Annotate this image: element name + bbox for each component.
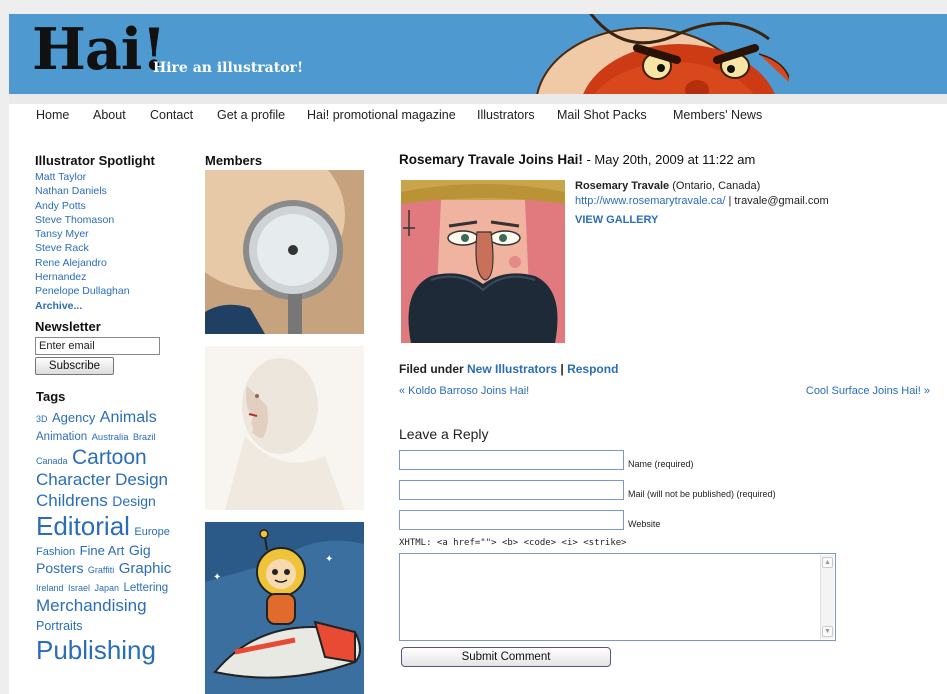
tag-cloud: 3D Agency Animals Animation Australia Br…	[36, 408, 186, 666]
nav-members-news[interactable]: Members' News	[673, 108, 762, 122]
nav-home[interactable]: Home	[36, 108, 69, 122]
tag-link[interactable]: Ireland	[36, 583, 64, 593]
artist-name: Rosemary Travale	[575, 180, 670, 192]
allowed-xhtml-note: XHTML: <a href=""> <b> <code> <i> <strik…	[399, 538, 627, 548]
tag-link[interactable]: Lettering	[123, 582, 168, 594]
magnifier-illustration	[205, 170, 364, 334]
spotlight-list: Matt Taylor Nathan Daniels Andy Potts St…	[35, 170, 195, 313]
astronaut-illustration: ✦ ✦ ✦	[205, 522, 364, 694]
nav-bar-background	[9, 94, 947, 104]
bearded-man-illustration	[401, 180, 565, 343]
tag-link[interactable]: Merchandising	[36, 596, 147, 615]
site-tagline: Hire an illustrator!	[153, 60, 304, 76]
site-logo[interactable]: Hai!	[32, 16, 166, 83]
submit-comment-button[interactable]: Submit Comment	[401, 647, 611, 667]
name-field[interactable]	[399, 450, 624, 470]
tag-link[interactable]: Graphic	[119, 560, 172, 577]
nav-promotional-magazine[interactable]: Hai! promotional magazine	[307, 108, 456, 122]
mail-field[interactable]	[399, 480, 624, 500]
filed-under-label: Filed under	[399, 362, 468, 376]
view-gallery-link[interactable]: VIEW GALLERY	[575, 214, 658, 226]
svg-text:✦: ✦	[213, 572, 221, 583]
nav-illustrators[interactable]: Illustrators	[477, 108, 535, 122]
previous-post-link[interactable]: « Koldo Barroso Joins Hai!	[399, 385, 529, 397]
nav-mail-shot-packs[interactable]: Mail Shot Packs	[557, 108, 647, 122]
tag-link[interactable]: Europe	[134, 526, 169, 538]
website-field[interactable]	[399, 510, 624, 530]
tag-link[interactable]: Canada	[36, 456, 68, 466]
subscribe-button[interactable]: Subscribe	[35, 357, 114, 375]
member-thumbnail-astronaut[interactable]: ✦ ✦ ✦	[205, 522, 364, 694]
tag-link[interactable]: Fashion	[36, 546, 75, 558]
tags-title: Tags	[36, 389, 66, 404]
svg-text:✦: ✦	[325, 554, 333, 565]
article-heading[interactable]: Rosemary Travale Joins Hai!	[399, 152, 583, 167]
artist-location: (Ontario, Canada)	[669, 180, 761, 192]
tag-link[interactable]: Fine Art	[80, 543, 125, 558]
page: Hai! Hire an illustrator! Home About Con…	[9, 14, 947, 694]
tag-link[interactable]: Portraits	[36, 619, 83, 633]
scroll-up-icon[interactable]: ▲	[822, 557, 833, 568]
spotlight-title: Illustrator Spotlight	[35, 153, 155, 168]
member-thumbnail-portrait[interactable]	[205, 346, 364, 510]
members-title: Members	[205, 153, 263, 168]
spotlight-link[interactable]: Matt Taylor	[35, 170, 195, 184]
tag-link[interactable]: Publishing	[36, 635, 156, 665]
respond-link[interactable]: Respond	[567, 362, 618, 376]
website-field-label: Website	[628, 519, 661, 529]
artist-website-link[interactable]: http://www.rosemarytravale.ca/	[575, 195, 725, 207]
spotlight-link[interactable]: Steve Rack	[35, 241, 195, 255]
tag-link[interactable]: Character	[36, 470, 111, 489]
tag-link[interactable]: Australia	[92, 432, 129, 443]
artist-featured-image[interactable]	[401, 180, 565, 343]
member-thumbnail-magnifier[interactable]	[205, 170, 364, 334]
spotlight-link[interactable]: Tansy Myer	[35, 227, 195, 241]
filed-separator: |	[557, 362, 568, 376]
tag-link[interactable]: 3D	[36, 414, 48, 424]
spotlight-link[interactable]: Steve Thomason	[35, 213, 195, 227]
tag-link[interactable]: Cartoon	[72, 446, 147, 469]
leave-reply-heading: Leave a Reply	[399, 426, 489, 442]
tag-link[interactable]: Editorial	[36, 511, 130, 541]
tag-link[interactable]: Israel	[68, 583, 90, 593]
tag-link[interactable]: Japan	[94, 583, 119, 593]
name-field-label: Name (required)	[628, 459, 694, 469]
article-title: Rosemary Travale Joins Hai! - May 20th, …	[399, 152, 755, 167]
tag-link[interactable]: Graffiti	[88, 565, 114, 575]
nav-about[interactable]: About	[93, 108, 126, 122]
artist-email: | travale@gmail.com	[725, 194, 829, 207]
tag-link[interactable]: Animals	[100, 409, 157, 426]
newsletter-title: Newsletter	[35, 319, 101, 334]
filed-under: Filed under New Illustrators | Respond	[399, 362, 618, 376]
spotlight-link[interactable]: Nathan Daniels	[35, 184, 195, 198]
next-post-link[interactable]: Cool Surface Joins Hai! »	[806, 385, 930, 397]
nav-get-a-profile[interactable]: Get a profile	[217, 108, 285, 122]
spotlight-link[interactable]: Hernandez	[35, 270, 195, 284]
tag-link[interactable]: Animation	[36, 431, 87, 443]
newsletter-email-input[interactable]	[35, 337, 160, 355]
category-link[interactable]: New Illustrators	[467, 362, 557, 376]
mascot-face-illustration	[536, 14, 789, 94]
scroll-down-icon[interactable]: ▼	[822, 626, 833, 637]
comment-scrollbar[interactable]: ▲ ▼	[820, 555, 834, 639]
spotlight-link[interactable]: Andy Potts	[35, 199, 195, 213]
mail-field-label: Mail (will not be published) (required)	[628, 489, 776, 499]
artist-info: Rosemary Travale (Ontario, Canada) http:…	[575, 179, 829, 228]
tag-link[interactable]: Agency	[52, 410, 95, 425]
nav-contact[interactable]: Contact	[150, 108, 193, 122]
site-header: Hai! Hire an illustrator!	[9, 14, 947, 94]
spotlight-link[interactable]: Rene Alejandro	[35, 256, 195, 270]
spotlight-archive-link[interactable]: Archive...	[35, 299, 195, 313]
tag-link[interactable]: Brazil	[133, 432, 156, 442]
spotlight-link[interactable]: Penelope Dullaghan	[35, 284, 195, 298]
portrait-illustration	[205, 346, 364, 510]
tag-link[interactable]: Design	[112, 493, 156, 509]
tag-link[interactable]: Childrens	[36, 491, 108, 510]
comment-textarea[interactable]: ▲ ▼	[399, 553, 836, 641]
article-date: - May 20th, 2009 at 11:22 am	[582, 152, 756, 167]
tag-link[interactable]: Design	[115, 470, 168, 489]
